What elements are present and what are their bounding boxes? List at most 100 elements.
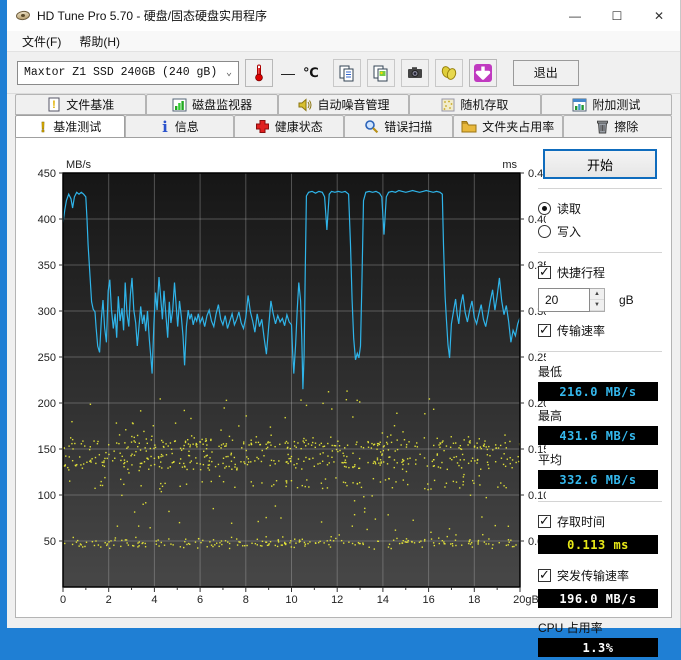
temperature-button[interactable] [245,59,273,87]
short-stroke-size: 20 ▲ ▼ gB [538,288,662,312]
transfer-rate-checkbox[interactable] [538,324,551,337]
health-cross-icon [255,119,270,134]
burst-rate-label: 突发传输速率 [557,567,629,584]
svg-text:14: 14 [377,594,389,606]
exit-button[interactable]: 退出 [513,60,579,86]
tab-erase[interactable]: 擦除 [563,115,673,137]
read-radio[interactable] [538,202,551,215]
divider [538,351,662,352]
size-stepper[interactable]: ▲ ▼ [590,288,605,312]
donate-button[interactable] [435,59,463,87]
svg-text:250: 250 [38,352,56,364]
tab-label: 磁盘监视器 [192,96,252,113]
svg-text:4: 4 [151,594,157,606]
app-window: HD Tune Pro 5.70 - 硬盘/固态硬盘实用程序 — ☐ ✕ 文件(… [7,0,681,628]
minimize-button[interactable]: — [554,0,596,31]
svg-text:12: 12 [331,594,343,606]
benchmark-chart: MB/sms450400350300250200150100500.450.40… [18,140,546,612]
min-label: 最低 [538,363,662,380]
benchmark-panel: MB/sms450400350300250200150100500.450.40… [15,137,672,618]
size-unit: gB [619,293,634,307]
write-option[interactable]: 写入 [538,223,662,240]
tab-disk-monitor[interactable]: 磁盘监视器 [146,94,277,115]
tab-health[interactable]: 健康状态 [234,115,344,137]
divider [538,501,662,502]
burst-rate-checkbox[interactable] [538,569,551,582]
svg-text:10: 10 [285,594,297,606]
copy-image-button[interactable] [367,59,395,87]
read-option[interactable]: 读取 [538,200,662,217]
stepper-up-icon[interactable]: ▲ [590,289,604,300]
stepper-down-icon[interactable]: ▼ [590,300,604,311]
max-speed-display: 431.6 MB/s [538,426,658,445]
tab-error-scan[interactable]: 错误扫描 [344,115,454,137]
svg-text:ms: ms [502,159,517,171]
svg-text:MB/s: MB/s [66,159,92,171]
tab-label: 自动噪音管理 [318,96,390,113]
disk-monitor-icon [172,98,187,112]
access-time-label: 存取时间 [557,513,605,530]
info-icon: i [160,119,170,134]
svg-text:16: 16 [422,594,434,606]
svg-text:200: 200 [38,398,56,410]
svg-text:400: 400 [38,214,56,226]
transfer-rate-label: 传输速率 [557,322,605,339]
random-access-icon [441,98,455,112]
tab-label: 文件基准 [66,96,114,113]
magnifier-icon [364,119,379,134]
access-time-checkbox[interactable] [538,515,551,528]
tab-file-benchmark[interactable]: ! 文件基准 [15,94,146,115]
svg-text:20gB: 20gB [513,594,539,606]
tab-label: 错误扫描 [384,118,432,135]
title-bar: HD Tune Pro 5.70 - 硬盘/固态硬盘实用程序 — ☐ ✕ [7,0,680,31]
tab-label: 基准测试 [53,118,101,135]
tab-extra-tests[interactable]: 附加测试 [541,94,672,115]
hands-icon [440,64,458,82]
copy-text-button[interactable] [333,59,361,87]
drive-select[interactable]: Maxtor Z1 SSD 240GB (240 gB) ⌄ [17,61,239,85]
tab-label: 附加测试 [592,96,640,113]
svg-text:100: 100 [38,490,56,502]
drive-select-value: Maxtor Z1 SSD 240GB (240 gB) [24,66,217,79]
maximize-button[interactable]: ☐ [596,0,638,31]
svg-text:!: ! [41,119,46,135]
avg-label: 平均 [538,451,662,468]
close-button[interactable]: ✕ [638,0,680,31]
svg-text:2: 2 [106,594,112,606]
screenshot-button[interactable] [401,59,429,87]
chevron-down-icon: ⌄ [226,67,232,79]
tab-row-front: ! 基准测试 i 信息 健康状态 错误扫描 [7,115,680,137]
tab-folder-usage[interactable]: 文件夹占用率 [453,115,563,137]
tab-benchmark[interactable]: ! 基准测试 [15,115,125,137]
tab-aam[interactable]: 自动噪音管理 [278,94,409,115]
thermometer-icon [251,64,267,82]
size-input[interactable]: 20 [538,288,590,312]
speaker-icon [298,98,313,112]
svg-text:450: 450 [38,168,56,180]
save-results-button[interactable] [469,59,497,87]
write-radio[interactable] [538,225,551,238]
tab-random-access[interactable]: 随机存取 [409,94,540,115]
folder-icon [461,120,477,133]
tab-info[interactable]: i 信息 [125,115,235,137]
short-stroke-checkbox[interactable] [538,266,551,279]
menu-help[interactable]: 帮助(H) [70,31,129,52]
burst-rate-option[interactable]: 突发传输速率 [538,567,662,584]
access-time-option[interactable]: 存取时间 [538,513,662,530]
burst-rate-display: 196.0 MB/s [538,589,658,608]
tab-label: 信息 [175,118,199,135]
copy-text-icon [338,64,356,82]
download-arrow-icon [473,63,493,83]
benchmark-controls: 开始 读取 写入 快捷行程 20 ▲ ▼ gB [538,149,662,660]
short-stroke-option[interactable]: 快捷行程 [538,264,662,281]
menu-file[interactable]: 文件(F) [13,31,70,52]
svg-text:8: 8 [243,594,249,606]
svg-text:i: i [162,119,168,134]
exclamation-icon: ! [38,119,48,135]
start-button[interactable]: 开始 [543,149,657,179]
transfer-rate-option[interactable]: 传输速率 [538,322,662,339]
divider [538,188,662,189]
read-label: 读取 [557,200,581,217]
max-label: 最高 [538,407,662,424]
window-title: HD Tune Pro 5.70 - 硬盘/固态硬盘实用程序 [37,7,267,24]
